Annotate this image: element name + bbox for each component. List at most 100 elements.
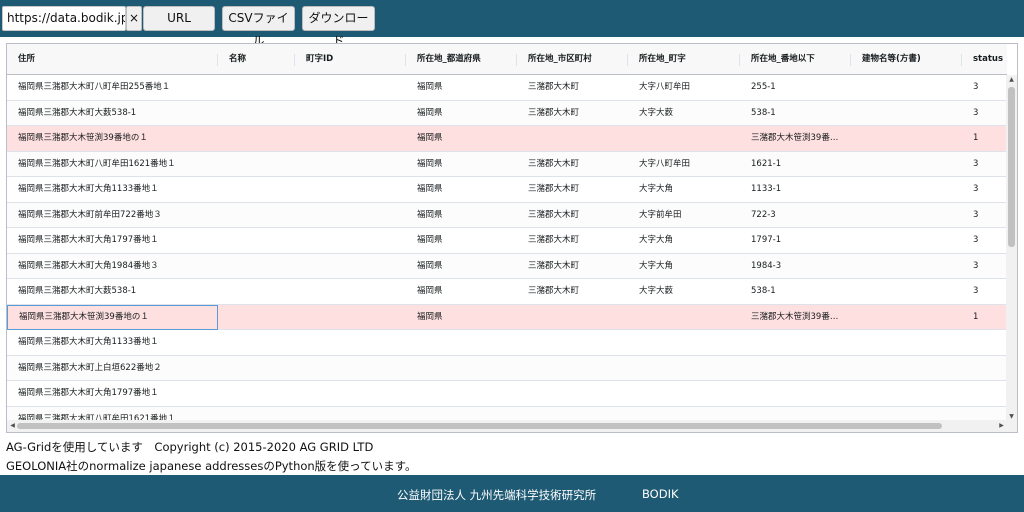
table-cell[interactable]: 538-1: [740, 279, 851, 304]
table-cell[interactable]: [962, 330, 1007, 355]
table-cell[interactable]: 大字前牟田: [628, 203, 740, 228]
table-cell[interactable]: 大字大角: [628, 177, 740, 202]
table-cell[interactable]: [406, 407, 517, 422]
triangle-down-icon[interactable]: ▼: [1006, 413, 1017, 420]
table-cell[interactable]: 大字大薮: [628, 279, 740, 304]
table-cell[interactable]: [962, 356, 1007, 381]
table-cell[interactable]: 福岡県: [406, 126, 517, 151]
horizontal-scroll-thumb[interactable]: [17, 423, 942, 429]
table-cell[interactable]: 福岡県: [406, 177, 517, 202]
url-button[interactable]: URL: [143, 6, 215, 31]
table-cell[interactable]: 福岡県三潴郡大木町大角1133番地１: [7, 177, 218, 202]
table-cell[interactable]: [406, 330, 517, 355]
table-row[interactable]: 福岡県三潴郡大木町上白垣622番地２: [7, 355, 1007, 381]
table-cell[interactable]: 福岡県三潴郡大木町大角1797番地１: [7, 381, 218, 406]
table-cell[interactable]: 3: [962, 254, 1007, 279]
table-cell[interactable]: [851, 203, 962, 228]
table-row[interactable]: 福岡県三潴郡大木町大薮538-1 福岡県 三潴郡大木町 大字大薮 538-1 3: [7, 279, 1007, 305]
clear-button[interactable]: ×: [126, 6, 142, 31]
table-cell[interactable]: [517, 126, 628, 151]
table-cell[interactable]: [218, 203, 295, 228]
table-cell[interactable]: [851, 177, 962, 202]
table-cell[interactable]: 1984-3: [740, 254, 851, 279]
table-cell[interactable]: 三潴郡大木笹渕39番…: [740, 305, 851, 330]
table-cell[interactable]: 三潴郡大木町: [517, 75, 628, 100]
table-cell[interactable]: [218, 126, 295, 151]
column-header[interactable]: 建物名等(方書): [851, 44, 962, 75]
table-cell[interactable]: [295, 152, 406, 177]
table-cell[interactable]: 1133-1: [740, 177, 851, 202]
column-resize-handle[interactable]: [961, 54, 962, 66]
table-cell[interactable]: 1797-1: [740, 228, 851, 253]
url-input[interactable]: https://data.bodik.jp/datase: [2, 6, 126, 31]
table-cell[interactable]: [851, 279, 962, 304]
table-cell[interactable]: [628, 330, 740, 355]
table-row[interactable]: 福岡県三潴郡大木町前牟田722番地３ 福岡県 三潴郡大木町 大字前牟田 722-3 3: [7, 202, 1007, 228]
horizontal-scrollbar[interactable]: ◀ ▶: [7, 420, 1007, 432]
table-cell[interactable]: 大字大角: [628, 228, 740, 253]
table-cell[interactable]: [851, 101, 962, 126]
table-cell[interactable]: [218, 381, 295, 406]
table-cell[interactable]: 三潴郡大木町: [517, 101, 628, 126]
table-cell[interactable]: [295, 356, 406, 381]
table-cell[interactable]: [295, 177, 406, 202]
column-header[interactable]: 住所: [7, 44, 218, 75]
table-cell[interactable]: 三潴郡大木町: [517, 228, 628, 253]
table-row[interactable]: 福岡県三潴郡大木町大角1133番地１ 福岡県 三潴郡大木町 大字大角 1133-1 3: [7, 177, 1007, 203]
table-cell[interactable]: [218, 254, 295, 279]
table-cell[interactable]: 3: [962, 177, 1007, 202]
table-cell[interactable]: [962, 407, 1007, 422]
table-cell[interactable]: [517, 356, 628, 381]
table-cell[interactable]: [851, 75, 962, 100]
table-cell[interactable]: 福岡県: [406, 101, 517, 126]
table-cell[interactable]: 福岡県三潴郡大木町上白垣622番地２: [7, 356, 218, 381]
table-cell[interactable]: 1: [962, 126, 1007, 151]
column-resize-handle[interactable]: [850, 54, 851, 66]
table-cell[interactable]: [740, 407, 851, 422]
column-header[interactable]: 町字ID: [295, 44, 406, 75]
table-cell[interactable]: 三潴郡大木町: [517, 254, 628, 279]
table-cell[interactable]: [295, 407, 406, 422]
table-cell[interactable]: [851, 330, 962, 355]
table-cell[interactable]: 大字八町牟田: [628, 152, 740, 177]
table-cell[interactable]: [295, 279, 406, 304]
table-cell[interactable]: 福岡県三潴郡大木町大角1797番地１: [7, 228, 218, 253]
table-cell[interactable]: [740, 330, 851, 355]
table-cell[interactable]: [740, 356, 851, 381]
table-cell[interactable]: 538-1: [740, 101, 851, 126]
table-cell[interactable]: [851, 126, 962, 151]
download-button[interactable]: ダウンロード: [302, 6, 375, 48]
table-cell[interactable]: [295, 330, 406, 355]
table-cell[interactable]: [295, 126, 406, 151]
table-cell[interactable]: [517, 407, 628, 422]
column-header[interactable]: 所在地_番地以下: [740, 44, 851, 75]
table-cell[interactable]: 1621-1: [740, 152, 851, 177]
table-row[interactable]: 福岡県三潴郡大木笹渕39番地の１ 福岡県 三潴郡大木笹渕39番… 1: [7, 304, 1007, 330]
table-cell[interactable]: 福岡県三潴郡大木町八町牟田1621番地１: [7, 407, 218, 422]
table-cell[interactable]: 3: [962, 101, 1007, 126]
table-cell[interactable]: [851, 305, 962, 330]
table-cell[interactable]: [218, 101, 295, 126]
table-cell[interactable]: 3: [962, 228, 1007, 253]
table-cell[interactable]: 福岡県三潴郡大木町大薮538-1: [7, 279, 218, 304]
column-resize-handle[interactable]: [627, 54, 628, 66]
vertical-scrollbar[interactable]: ▲ ▼: [1006, 75, 1017, 421]
table-cell[interactable]: [295, 381, 406, 406]
table-cell[interactable]: 1: [962, 305, 1007, 330]
table-cell[interactable]: 3: [962, 203, 1007, 228]
table-cell[interactable]: 福岡県: [406, 305, 517, 330]
table-cell[interactable]: [851, 407, 962, 422]
table-cell[interactable]: 福岡県三潴郡大木町八町牟田1621番地１: [7, 152, 218, 177]
table-cell[interactable]: [218, 279, 295, 304]
table-cell[interactable]: 722-3: [740, 203, 851, 228]
column-resize-handle[interactable]: [405, 54, 406, 66]
table-cell[interactable]: 三潴郡大木町: [517, 152, 628, 177]
table-cell[interactable]: 福岡県: [406, 254, 517, 279]
table-cell[interactable]: [851, 152, 962, 177]
table-cell[interactable]: 3: [962, 279, 1007, 304]
table-cell[interactable]: 福岡県三潴郡大木町八町牟田255番地１: [7, 75, 218, 100]
table-row[interactable]: 福岡県三潴郡大木町大薮538-1 福岡県 三潴郡大木町 大字大薮 538-1 3: [7, 100, 1007, 126]
table-cell[interactable]: 福岡県: [406, 203, 517, 228]
table-cell[interactable]: 福岡県: [406, 279, 517, 304]
table-cell[interactable]: [406, 356, 517, 381]
